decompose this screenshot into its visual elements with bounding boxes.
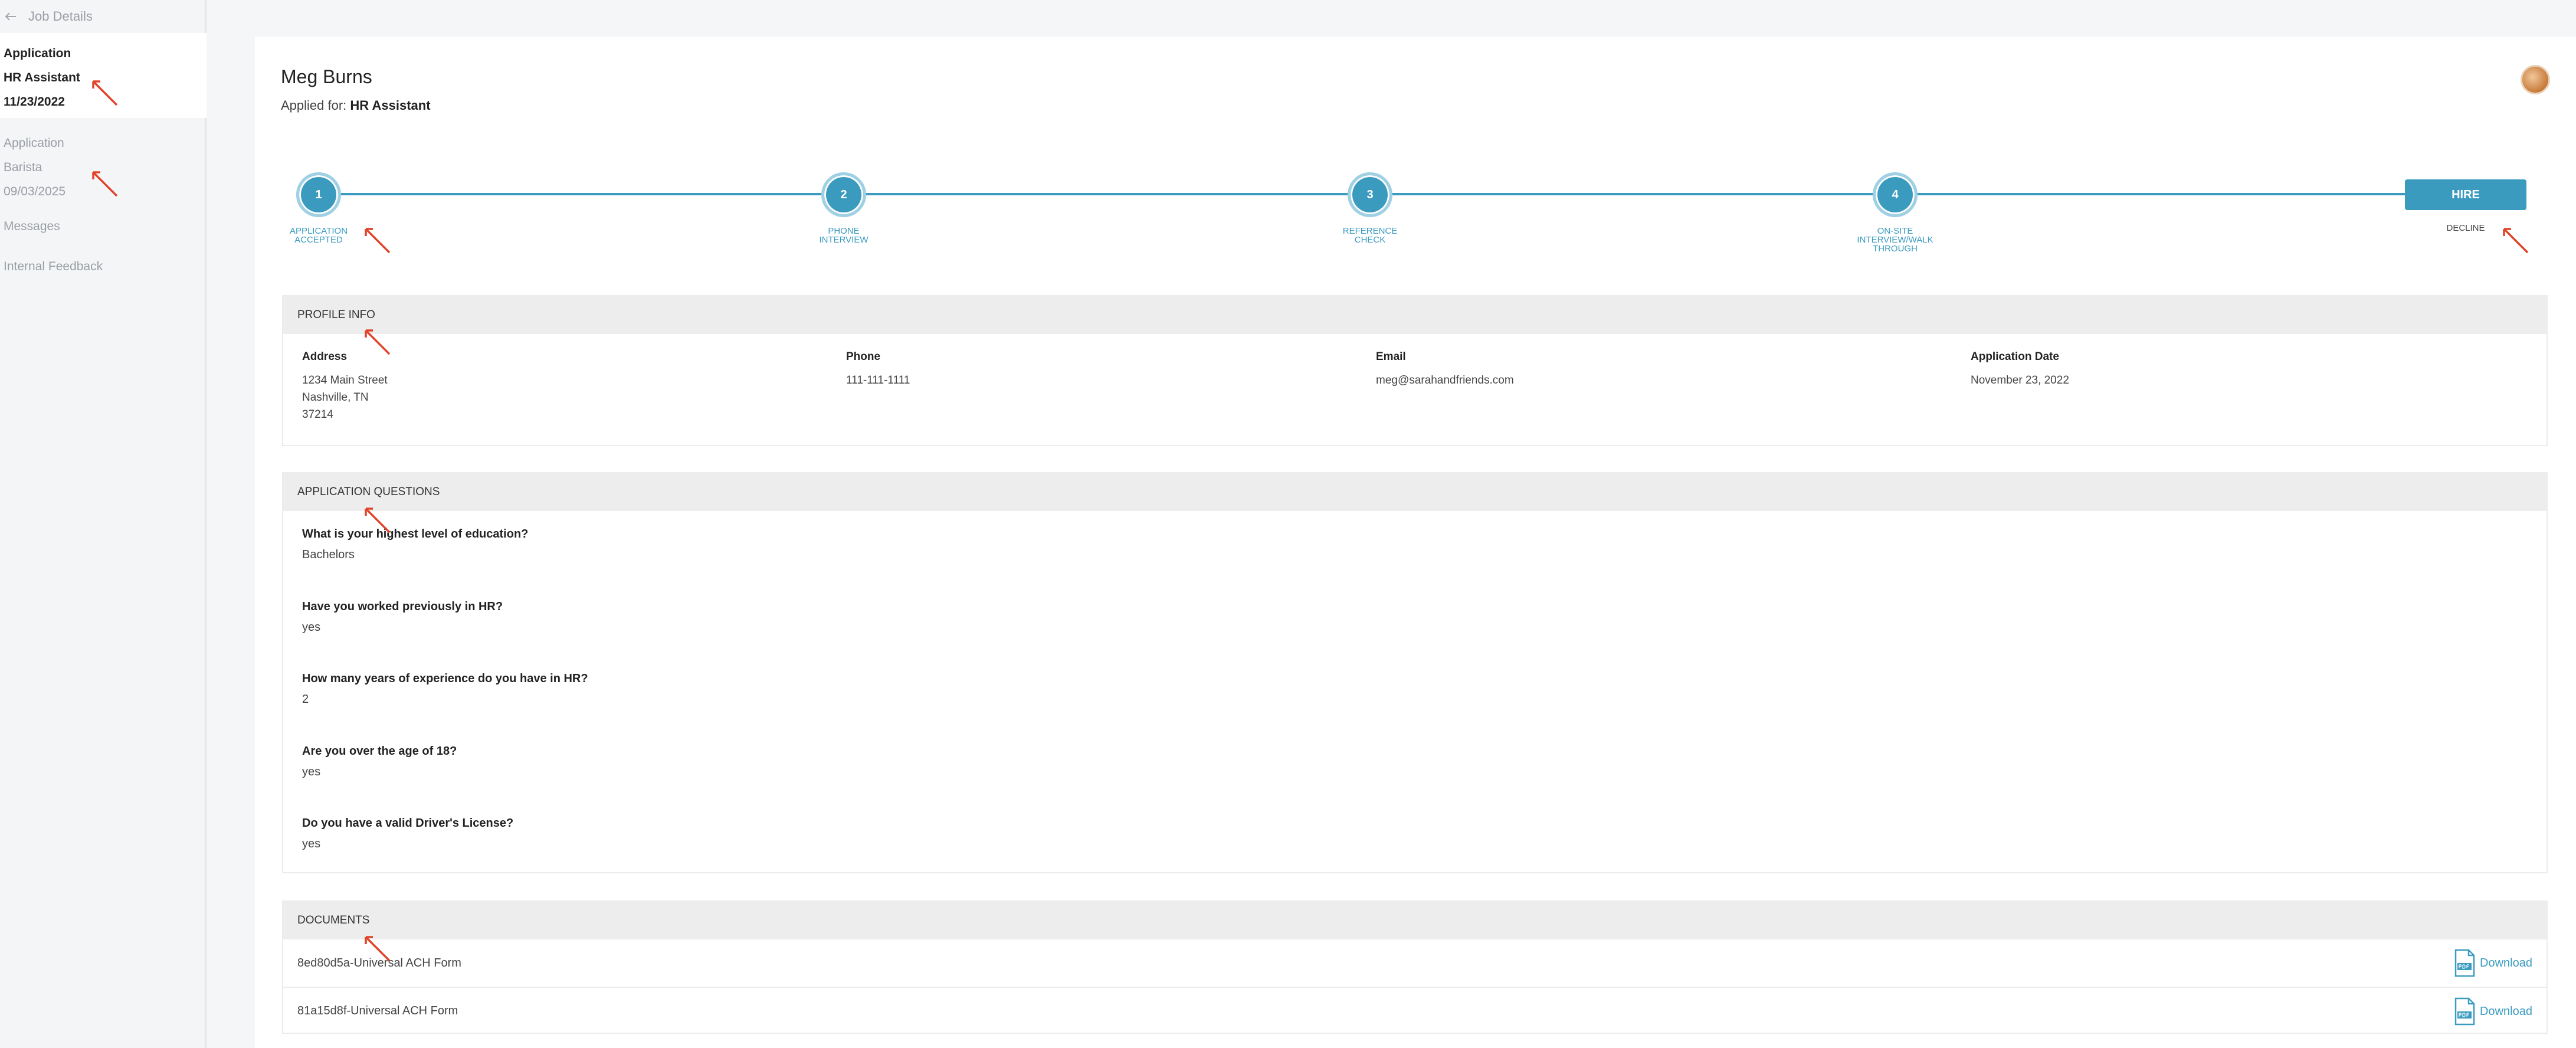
question-item: How many years of experience do you have… (302, 672, 588, 706)
step-label-line: APPLICATION (289, 226, 348, 236)
step-label-line: INTERVIEW (819, 235, 869, 245)
application-date-label: Application Date (1971, 351, 2059, 363)
download-button[interactable]: Download (2454, 988, 2532, 1035)
step-2[interactable]: 2 (821, 172, 866, 217)
profile-info-section: PROFILE INFO Address 1234 Main Street Na… (282, 295, 2548, 446)
download-label: Download (2480, 956, 2532, 970)
arrow-left-icon (5, 12, 16, 21)
documents-list: 8ed80d5a-Universal ACH Form Download 81a… (283, 939, 2546, 1034)
phone-label: Phone (846, 351, 881, 363)
answer-text: yes (302, 621, 321, 634)
answer-text: 2 (302, 693, 309, 706)
sidebar: Job Details Application HR Assistant 11/… (0, 0, 207, 1048)
address-label: Address (302, 351, 348, 363)
step-3[interactable]: 3 (1348, 172, 1392, 217)
decline-link[interactable]: DECLINE (2405, 223, 2526, 233)
question-text: How many years of experience do you have… (302, 672, 588, 685)
phone-field: Phone 111-111-1111 (846, 351, 910, 389)
application-type: Application (4, 136, 64, 150)
step-label-line: ON-SITE (1877, 226, 1913, 236)
application-date: 09/03/2025 (4, 185, 66, 198)
step-label-line: PHONE (828, 226, 860, 236)
application-date: 11/23/2022 (4, 95, 65, 109)
app-root: Job Details Application HR Assistant 11/… (0, 0, 2576, 1048)
email-label: Email (1376, 351, 1406, 363)
step-number: 3 (1366, 188, 1374, 201)
email-value[interactable]: meg@sarahandfriends.com (1376, 372, 1514, 389)
back-to-job-details[interactable]: Job Details (4, 5, 93, 28)
application-position: HR Assistant (4, 71, 80, 84)
sidebar-application-hr-assistant[interactable]: Application HR Assistant 11/23/2022 (0, 33, 207, 118)
phone-value: 111-111-1111 (846, 374, 910, 387)
step-label-line: INTERVIEW/WALK (1857, 235, 1933, 245)
step-1[interactable]: 1 (296, 172, 341, 217)
question-item: Have you worked previously in HR? yes (302, 600, 503, 634)
address-line: 1234 Main Street (302, 374, 388, 387)
answer-text: yes (302, 765, 321, 778)
question-text: What is your highest level of education? (302, 528, 529, 541)
step-number: 2 (840, 188, 847, 201)
answer-text: yes (302, 837, 321, 850)
address-line: 37214 (302, 408, 333, 421)
step-1-label: APPLICATION ACCEPTED (268, 227, 369, 244)
application-detail-panel: Meg Burns Applied for: HR Assistant 1 AP… (255, 37, 2576, 1048)
email-field: Email meg@sarahandfriends.com (1376, 351, 1514, 389)
step-label-line: CHECK (1354, 235, 1386, 245)
step-number: 4 (1892, 188, 1899, 201)
question-text: Do you have a valid Driver's License? (302, 817, 514, 830)
application-date-value: November 23, 2022 (1971, 374, 2069, 387)
download-label: Download (2480, 1004, 2532, 1018)
application-date-field: Application Date November 23, 2022 (1971, 351, 2069, 389)
document-name: 81a15d8f-Universal ACH Form (297, 1004, 458, 1017)
application-position: Barista (4, 161, 42, 174)
sidebar-item-messages[interactable]: Messages (4, 220, 60, 234)
question-text: Have you worked previously in HR? (302, 600, 503, 613)
question-item: Are you over the age of 18? yes (302, 745, 457, 779)
section-header: DOCUMENTS (283, 902, 2546, 939)
step-4[interactable]: 4 (1873, 172, 1918, 217)
step-2-label: PHONE INTERVIEW (794, 227, 894, 244)
pdf-file-icon (2454, 949, 2475, 977)
hire-button[interactable]: HIRE (2405, 179, 2526, 210)
question-item: Do you have a valid Driver's License? ye… (302, 817, 513, 851)
back-label: Job Details (28, 9, 93, 24)
profile-grid: Address 1234 Main Street Nashville, TN 3… (283, 334, 2546, 446)
application-questions-section: APPLICATION QUESTIONS What is your highe… (282, 472, 2548, 873)
download-button[interactable]: Download (2454, 939, 2532, 987)
application-type: Application (4, 47, 71, 60)
step-number: 1 (315, 188, 322, 201)
question-item: What is your highest level of education?… (302, 528, 528, 562)
section-header: PROFILE INFO (283, 296, 2546, 334)
document-row: 81a15d8f-Universal ACH Form Download (283, 987, 2546, 1034)
documents-section: DOCUMENTS 8ed80d5a-Universal ACH Form Do… (282, 900, 2548, 1034)
pdf-file-icon (2454, 997, 2475, 1026)
step-3-label: REFERENCE CHECK (1320, 227, 1420, 244)
step-label-line: ACCEPTED (294, 235, 343, 245)
step-label-line: REFERENCE (1342, 226, 1398, 236)
question-text: Are you over the age of 18? (302, 745, 457, 758)
address-line: Nashville, TN (302, 391, 369, 404)
address-field: Address 1234 Main Street Nashville, TN 3… (302, 351, 388, 423)
document-name: 8ed80d5a-Universal ACH Form (297, 956, 461, 970)
step-4-label: ON-SITE INTERVIEW/WALK THROUGH (1845, 227, 1945, 253)
hiring-stepper: 1 APPLICATION ACCEPTED 2 PHONE INTERVIEW… (255, 37, 2576, 273)
sidebar-item-internal-feedback[interactable]: Internal Feedback (4, 260, 103, 274)
step-label-line: THROUGH (1873, 244, 1918, 254)
sidebar-application-barista[interactable]: Application Barista 09/03/2025 (0, 123, 207, 201)
document-row: 8ed80d5a-Universal ACH Form Download (283, 939, 2546, 987)
answer-text: Bachelors (302, 548, 355, 561)
section-header: APPLICATION QUESTIONS (283, 473, 2546, 511)
